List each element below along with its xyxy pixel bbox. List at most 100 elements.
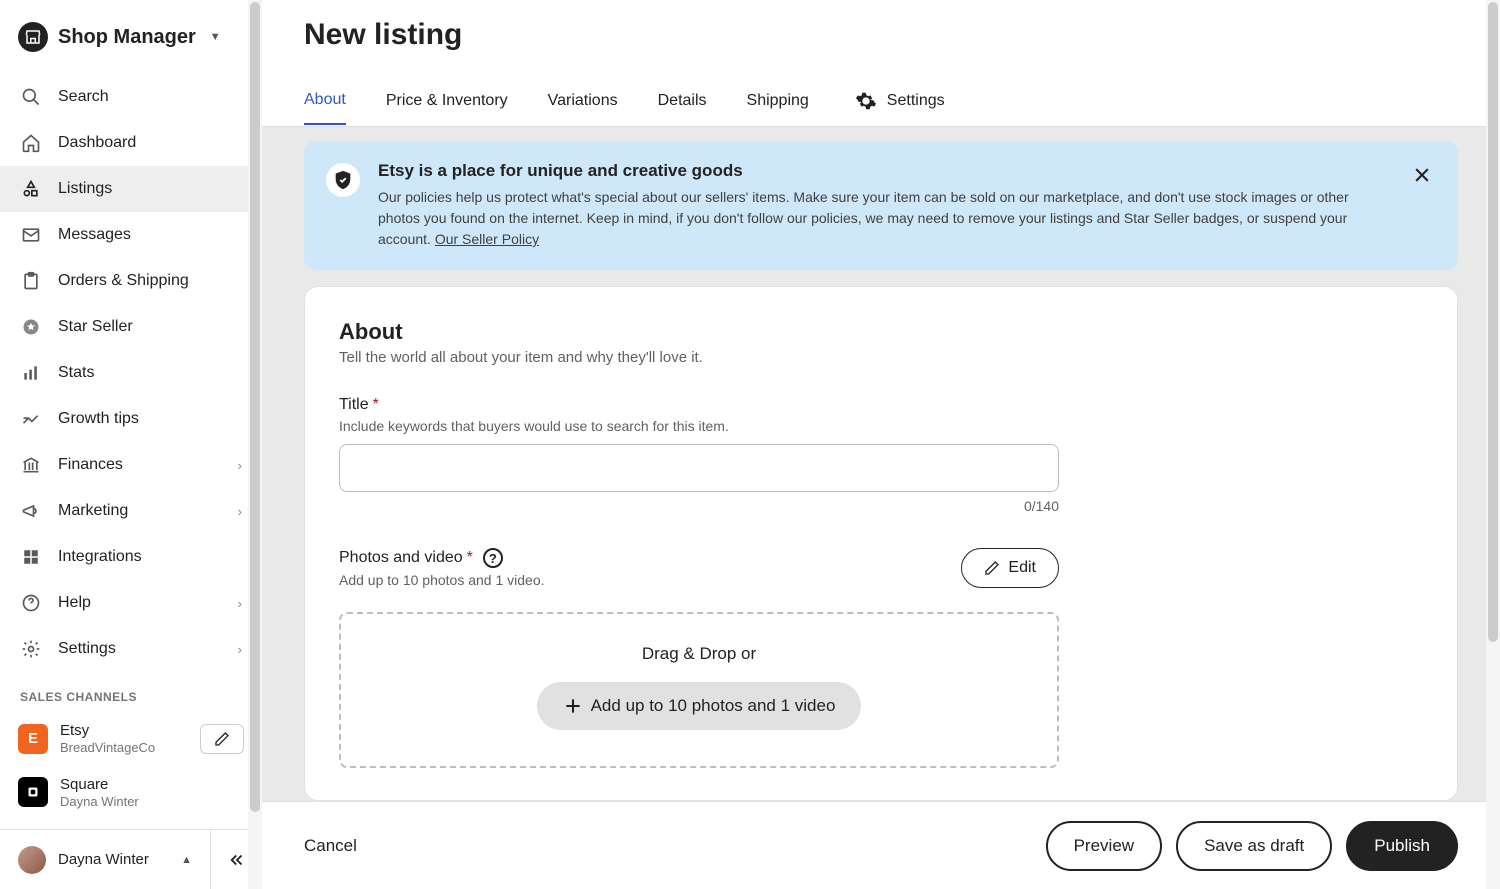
question-icon — [20, 592, 42, 614]
channel-name: Square — [60, 776, 244, 794]
nav-label: Help — [58, 594, 91, 612]
nav-star-seller[interactable]: Star Seller — [0, 304, 262, 350]
grid-icon — [20, 546, 42, 568]
nav-label: Integrations — [58, 548, 142, 566]
nav-label: Star Seller — [58, 318, 133, 336]
trend-icon — [20, 408, 42, 430]
gear-icon — [20, 638, 42, 660]
channel-sub: Dayna Winter — [60, 794, 244, 810]
nav-orders[interactable]: Orders & Shipping — [0, 258, 262, 304]
tab-details[interactable]: Details — [658, 78, 707, 124]
channel-etsy[interactable]: E Etsy BreadVintageCo — [0, 712, 262, 766]
tab-label: Settings — [887, 92, 945, 110]
nav-finances[interactable]: Finances › — [0, 442, 262, 488]
chevron-right-icon: › — [238, 458, 242, 473]
nav-growth[interactable]: Growth tips — [0, 396, 262, 442]
seller-policy-link[interactable]: Our Seller Policy — [435, 231, 539, 247]
shop-icon — [18, 22, 48, 52]
photo-dropzone[interactable]: Drag & Drop or Add up to 10 photos and 1… — [339, 612, 1059, 768]
nav-label: Search — [58, 88, 109, 106]
sidebar: Shop Manager ▼ Search Dashboard Listings… — [0, 0, 262, 889]
clipboard-icon — [20, 270, 42, 292]
banner-title: Etsy is a place for unique and creative … — [378, 161, 1390, 181]
title-input[interactable] — [339, 444, 1059, 492]
tab-about[interactable]: About — [304, 77, 346, 125]
channel-name: Etsy — [60, 722, 188, 740]
star-badge-icon — [20, 316, 42, 338]
cancel-button[interactable]: Cancel — [304, 836, 357, 856]
title-help: Include keywords that buyers would use t… — [339, 418, 1423, 434]
chevron-right-icon: › — [238, 642, 242, 657]
nav-label: Dashboard — [58, 134, 136, 152]
caret-up-icon: ▲ — [181, 854, 192, 866]
dropzone-text: Drag & Drop or — [361, 644, 1037, 664]
preview-button[interactable]: Preview — [1046, 821, 1162, 871]
bank-icon — [20, 454, 42, 476]
add-media-label: Add up to 10 photos and 1 video — [591, 696, 836, 716]
banner-close-button[interactable] — [1408, 161, 1436, 189]
nav-label: Marketing — [58, 502, 128, 520]
chevron-right-icon: › — [238, 596, 242, 611]
nav-label: Orders & Shipping — [58, 272, 189, 290]
footer-bar: Cancel Preview Save as draft Publish — [262, 801, 1500, 889]
chevron-right-icon: › — [238, 504, 242, 519]
search-icon — [20, 86, 42, 108]
nav-settings[interactable]: Settings › — [0, 626, 262, 672]
nav-label: Listings — [58, 180, 112, 198]
nav-label: Stats — [58, 364, 94, 382]
main-content: New listing About Price & Inventory Vari… — [262, 0, 1500, 889]
tab-settings[interactable]: Settings — [855, 76, 945, 126]
channel-sub: BreadVintageCo — [60, 740, 188, 756]
nav-dashboard[interactable]: Dashboard — [0, 120, 262, 166]
user-name: Dayna Winter — [58, 851, 149, 868]
title-label: Title — [339, 396, 369, 414]
channel-edit-button[interactable] — [200, 724, 244, 754]
nav-label: Settings — [58, 640, 116, 658]
nav-stats[interactable]: Stats — [0, 350, 262, 396]
nav-integrations[interactable]: Integrations — [0, 534, 262, 580]
shield-check-icon — [326, 163, 360, 197]
nav-label: Messages — [58, 226, 131, 244]
nav-search[interactable]: Search — [0, 74, 262, 120]
page-scrollbar[interactable] — [1486, 0, 1500, 889]
about-card: About Tell the world all about your item… — [304, 286, 1458, 801]
add-media-button[interactable]: Add up to 10 photos and 1 video — [537, 682, 862, 730]
nav-listings[interactable]: Listings — [0, 166, 262, 212]
sidebar-title: Shop Manager — [58, 26, 196, 49]
section-title: About — [339, 319, 1423, 345]
publish-button[interactable]: Publish — [1346, 821, 1458, 871]
tab-shipping[interactable]: Shipping — [747, 78, 809, 124]
shop-manager-menu[interactable]: Shop Manager ▼ — [0, 0, 262, 74]
nav-label: Finances — [58, 456, 123, 474]
shapes-icon — [20, 178, 42, 200]
sales-channels-label: SALES CHANNELS — [0, 672, 262, 712]
square-icon — [18, 777, 48, 807]
nav-help[interactable]: Help › — [0, 580, 262, 626]
policy-banner: Etsy is a place for unique and creative … — [304, 141, 1458, 270]
tabs: About Price & Inventory Variations Detai… — [262, 76, 1500, 127]
photos-label: Photos and video — [339, 549, 463, 567]
required-asterisk: * — [467, 549, 473, 567]
bars-icon — [20, 362, 42, 384]
megaphone-icon — [20, 500, 42, 522]
nav-messages[interactable]: Messages — [0, 212, 262, 258]
tab-price[interactable]: Price & Inventory — [386, 78, 508, 124]
channel-square[interactable]: Square Dayna Winter — [0, 766, 262, 820]
tab-variations[interactable]: Variations — [548, 78, 618, 124]
help-icon[interactable]: ? — [483, 548, 503, 568]
edit-photos-button[interactable]: Edit — [961, 548, 1059, 588]
save-draft-button[interactable]: Save as draft — [1176, 821, 1332, 871]
etsy-icon: E — [18, 724, 48, 754]
mail-icon — [20, 224, 42, 246]
nav-marketing[interactable]: Marketing › — [0, 488, 262, 534]
sidebar-scrollbar[interactable] — [248, 0, 262, 889]
page-title: New listing — [262, 0, 1500, 76]
nav-label: Growth tips — [58, 410, 139, 428]
user-menu[interactable]: Dayna Winter ▲ — [0, 846, 210, 874]
title-counter: 0/140 — [339, 498, 1059, 514]
home-icon — [20, 132, 42, 154]
edit-label: Edit — [1008, 559, 1036, 577]
photos-help: Add up to 10 photos and 1 video. — [339, 572, 545, 588]
user-avatar-icon — [18, 846, 46, 874]
caret-down-icon: ▼ — [210, 31, 221, 43]
